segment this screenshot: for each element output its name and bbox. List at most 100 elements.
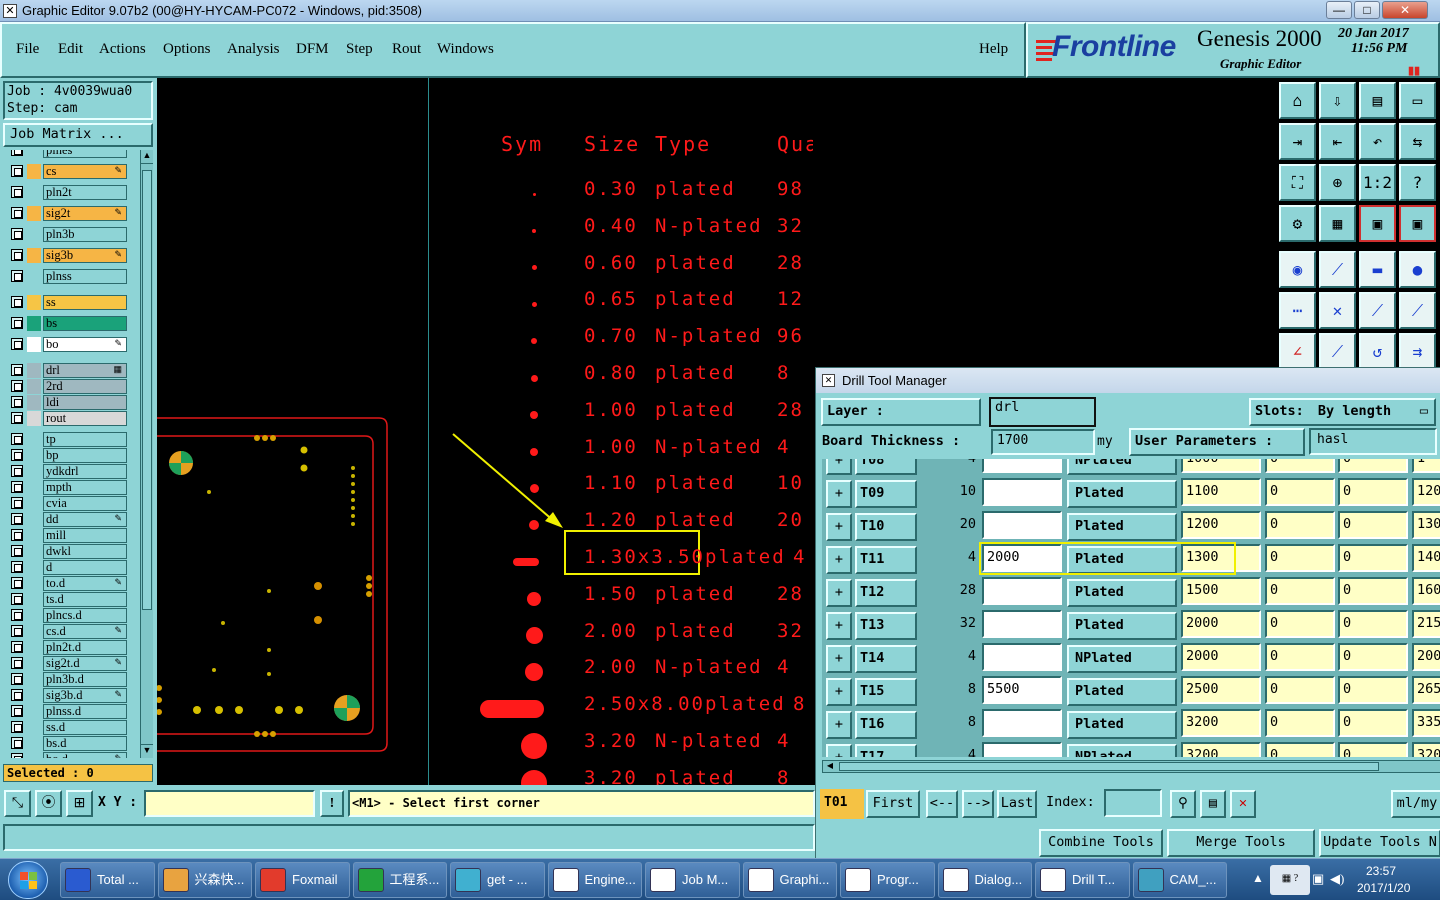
layer-value[interactable]: drl	[989, 397, 1096, 427]
tool-type-dropdown[interactable]: NPlated	[1067, 744, 1177, 757]
taskbar-item[interactable]: Dialog...	[937, 862, 1032, 898]
layer-color-swatch[interactable]	[27, 736, 41, 751]
layer-name[interactable]: ss.d	[43, 720, 127, 735]
fit-icon[interactable]: ⛶	[1279, 164, 1316, 201]
taskbar-item[interactable]: Engine...	[547, 862, 642, 898]
layer-color-swatch[interactable]	[27, 544, 41, 559]
out-icon[interactable]: ⇤	[1319, 123, 1356, 160]
layer-name[interactable]: pln2t	[43, 185, 127, 200]
max-tolerance-input[interactable]: 0	[1338, 643, 1408, 671]
scroll-left-icon[interactable]: ◀	[823, 761, 837, 772]
layer-name[interactable]: mill	[43, 528, 127, 543]
expand-tool-icon[interactable]: +	[826, 480, 852, 508]
finish-size-input[interactable]	[982, 459, 1062, 473]
expand-tool-icon[interactable]: +	[826, 513, 852, 541]
tool-type-dropdown[interactable]: Plated	[1067, 513, 1177, 541]
layer-name[interactable]: bs.d	[43, 736, 127, 751]
min-tolerance-input[interactable]: 0	[1265, 742, 1335, 757]
layer-checkbox[interactable]	[11, 705, 23, 717]
layer-row[interactable]: mpth	[9, 480, 127, 495]
layer-color-swatch[interactable]	[27, 624, 41, 639]
layer-checkbox[interactable]	[11, 545, 23, 557]
board-thickness-input[interactable]: 1700	[991, 429, 1095, 455]
layer-name[interactable]: pln2t.d	[43, 640, 127, 655]
layer-checkbox[interactable]	[11, 465, 23, 477]
layer-checkbox[interactable]	[11, 753, 23, 758]
min-tolerance-input[interactable]: 0	[1265, 577, 1335, 605]
layer-row[interactable]: cvia	[9, 496, 127, 511]
pad-icon[interactable]: ●	[1399, 251, 1436, 288]
layer-checkbox[interactable]	[11, 593, 23, 605]
layer-checkbox[interactable]	[11, 380, 23, 392]
max-tolerance-input[interactable]: 0	[1338, 676, 1408, 704]
drill-size-input[interactable]: 1500	[1181, 577, 1261, 605]
layer-color-swatch[interactable]	[27, 752, 41, 758]
start-button[interactable]	[8, 861, 48, 899]
tray-popup-icon[interactable]: ▦ ?	[1270, 865, 1310, 895]
clock-time[interactable]: 23:57	[1366, 864, 1396, 878]
line-edit-icon[interactable]: ⟋	[1319, 251, 1356, 288]
tool-name[interactable]: T11	[855, 546, 917, 574]
redo-icon[interactable]: ⇆	[1399, 123, 1436, 160]
layer-color-swatch[interactable]	[27, 656, 41, 671]
layer-row[interactable]: sig2t ✎	[9, 206, 127, 221]
tool-name[interactable]: T17	[855, 744, 917, 757]
layer-name[interactable]: plncs.d	[43, 608, 127, 623]
layer-row[interactable]: ydkdrl	[9, 464, 127, 479]
layer-row[interactable]: cs ✎	[9, 164, 127, 179]
max-tolerance-input[interactable]: 0	[1338, 544, 1408, 572]
layer-color-swatch[interactable]	[27, 432, 41, 447]
menu-options[interactable]: Options	[163, 41, 211, 58]
scrollbar-thumb[interactable]	[142, 170, 152, 610]
bit-size-input[interactable]: 120	[1412, 478, 1440, 506]
tool-type-dropdown[interactable]: Plated	[1067, 678, 1177, 706]
layer-color-swatch[interactable]	[27, 316, 41, 331]
zoom-icon[interactable]: ⊕	[1319, 164, 1356, 201]
layer-row[interactable]: sig3b.d ✎	[9, 688, 127, 703]
layer-checkbox[interactable]	[11, 609, 23, 621]
layer-color-swatch[interactable]	[27, 576, 41, 591]
taskbar-item[interactable]: Graphi...	[742, 862, 837, 898]
expand-tool-icon[interactable]: +	[826, 711, 852, 739]
prev-button[interactable]: <--	[926, 790, 958, 818]
layer-color-swatch[interactable]	[27, 464, 41, 479]
taskbar-item[interactable]: Drill T...	[1035, 862, 1130, 898]
layer-row[interactable]: sig3b ✎	[9, 248, 127, 263]
layer-checkbox[interactable]	[11, 249, 23, 261]
layer-color-swatch[interactable]	[27, 560, 41, 575]
layer-checkbox[interactable]	[11, 497, 23, 509]
layer-color-swatch[interactable]	[27, 608, 41, 623]
delete-tool-icon[interactable]: ✕	[1230, 790, 1256, 818]
layer-color-swatch[interactable]	[27, 528, 41, 543]
layer-checkbox[interactable]	[11, 433, 23, 445]
menu-rout[interactable]: Rout	[392, 41, 421, 58]
layer-color-swatch[interactable]	[27, 379, 41, 394]
graphic-canvas[interactable]: Sym Size Type Quantity 0.30 plated 98 0.40 N…	[157, 78, 813, 785]
zoom-select-icon[interactable]: ⤡	[4, 790, 31, 817]
layer-scrollbar[interactable]: ▲ ▼	[140, 150, 153, 758]
tool-grid-scroll-thumb[interactable]	[839, 762, 1379, 771]
taskbar-item[interactable]: Total ...	[60, 862, 155, 898]
layer-row[interactable]: cs.d ✎	[9, 624, 127, 639]
minimize-button[interactable]: —	[1326, 1, 1352, 19]
tool-type-dropdown[interactable]: Plated	[1067, 711, 1177, 739]
layer-row[interactable]: ldi	[9, 395, 127, 410]
menu-edit[interactable]: Edit	[58, 41, 83, 58]
layer-color-swatch[interactable]	[27, 496, 41, 511]
taskbar-item[interactable]: Foxmail	[255, 862, 350, 898]
grid-snap-icon[interactable]: ⊞	[66, 790, 93, 817]
layer-color-swatch[interactable]	[27, 480, 41, 495]
layer-row[interactable]: dwkl	[9, 544, 127, 559]
tray-chevron-icon[interactable]: ▲	[1252, 871, 1264, 886]
layer-color-swatch[interactable]	[27, 206, 41, 221]
finish-size-input[interactable]	[982, 577, 1062, 605]
layer-checkbox[interactable]	[11, 186, 23, 198]
layer-color-swatch[interactable]	[27, 164, 41, 179]
finish-size-input[interactable]	[982, 511, 1062, 539]
layer-row[interactable]: ss	[9, 295, 127, 310]
layer-color-swatch[interactable]	[27, 448, 41, 463]
layer-color-swatch[interactable]	[27, 248, 41, 263]
layer-name[interactable]: pln3b.d	[43, 672, 127, 687]
layer-name[interactable]: plnes	[43, 150, 127, 158]
expand-tool-icon[interactable]: +	[826, 678, 852, 706]
